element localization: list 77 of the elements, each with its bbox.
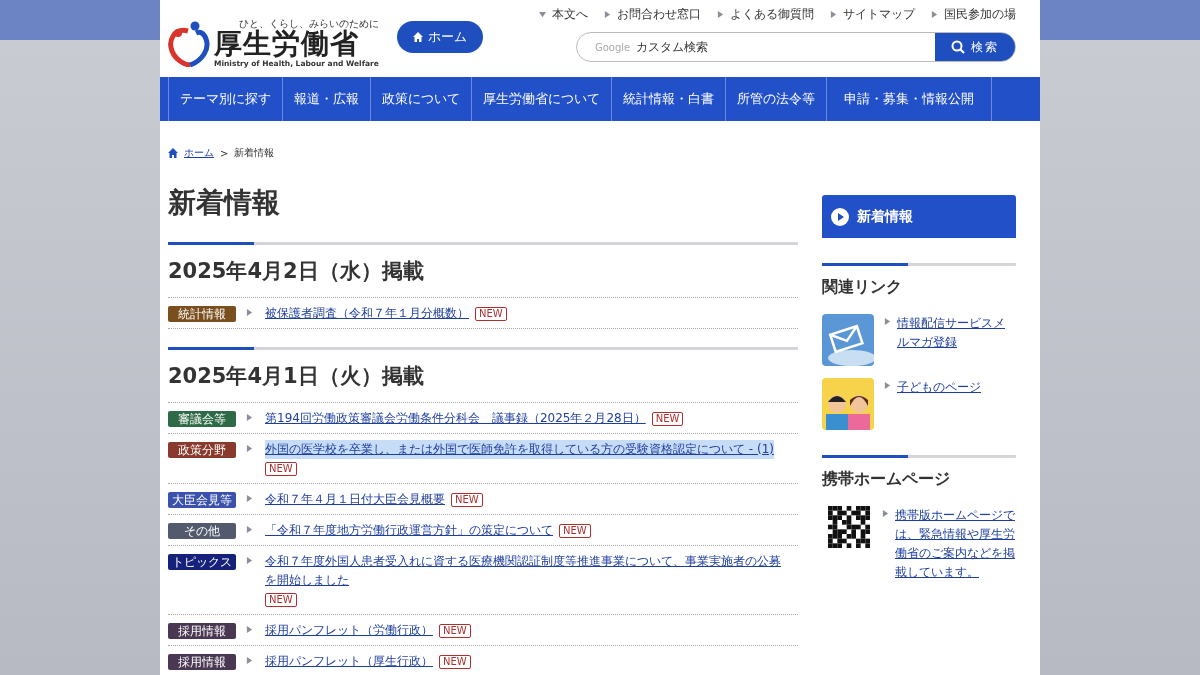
nav-item[interactable]: 所管の法令等 (725, 77, 826, 121)
category-tag: 大臣会見等 (168, 492, 236, 508)
logo-figure-icon (168, 20, 210, 67)
home-button[interactable]: ホーム (396, 21, 483, 53)
news-link[interactable]: 外国の医学校を卒業し、または外国で医師免許を取得している方の受験資格認定について - (1) (265, 440, 774, 459)
news-link[interactable]: 採用パンフレット（厚生行政） (265, 652, 433, 671)
category-tag: トピックス (168, 554, 236, 570)
category-tag: 採用情報 (168, 623, 236, 639)
triangle-right-icon (246, 309, 253, 316)
category-tag: 統計情報 (168, 306, 236, 322)
triangle-right-icon (884, 318, 891, 325)
triangle-right-icon (246, 445, 253, 452)
date-heading: 2025年4月1日（火）掲載 (168, 363, 425, 390)
triangle-right-icon (246, 557, 253, 564)
breadcrumb-separator-icon: > (220, 147, 229, 159)
nav-item[interactable]: 報道・広報 (282, 77, 370, 121)
category-tag: 審議会等 (168, 411, 236, 427)
triangle-right-icon (246, 526, 253, 533)
triangle-right-icon (830, 11, 837, 18)
utility-link[interactable]: 国民参加の場 (931, 6, 1016, 23)
logo-title[interactable]: 厚生労働省 (214, 29, 379, 59)
home-icon (412, 32, 423, 42)
new-badge: NEW (559, 524, 591, 538)
triangle-right-icon (246, 495, 253, 502)
nav-item[interactable]: 統計情報・白書 (611, 77, 725, 121)
new-badge: NEW (439, 624, 471, 638)
nav-item[interactable]: 申請・募集・情報公開 (826, 77, 992, 121)
utility-link[interactable]: よくある御質問 (717, 6, 814, 23)
sidebar-current-link[interactable]: 新着情報 (822, 195, 1016, 238)
new-badge: NEW (475, 307, 507, 321)
triangle-right-icon (246, 414, 253, 421)
new-badge: NEW (439, 655, 471, 669)
nav-item[interactable]: 厚生労働省について (471, 77, 611, 121)
new-badge: NEW (265, 593, 297, 607)
sidebar-link[interactable]: 子どものページ (897, 378, 981, 397)
triangle-right-icon (246, 626, 253, 633)
sidebar-link[interactable]: 携帯版ホームページでは、緊急情報や厚生労働省のご案内などを掲載しています。 (895, 506, 1016, 582)
category-tag: 政策分野 (168, 442, 236, 458)
children-illustration (822, 378, 874, 430)
category-tag: 採用情報 (168, 654, 236, 670)
search-button[interactable]: 検索 (935, 33, 1015, 61)
nav-item[interactable]: 政策について (370, 77, 471, 121)
date-heading: 2025年4月2日（水）掲載 (168, 258, 425, 285)
play-circle-icon (831, 207, 849, 226)
utility-link[interactable]: サイトマップ (830, 6, 915, 23)
new-badge: NEW (451, 493, 483, 507)
sidebar-heading: 関連リンク (822, 277, 903, 298)
triangle-down-icon (539, 11, 546, 18)
envelope-thumbnail (822, 314, 874, 366)
page-title: 新着情報 (168, 185, 281, 221)
news-link[interactable]: 令和７年度外国人患者受入れに資する医療機関認証制度等推進事業について、事業実施者の公募を開始しました (265, 552, 792, 590)
news-link[interactable]: 採用パンフレット（労働行政） (265, 621, 433, 640)
news-link[interactable]: 第194回労働政策審議会労働条件分科会 議事録（2025年２月28日） (265, 409, 646, 428)
category-tag: その他 (168, 523, 236, 539)
triangle-right-icon (884, 382, 891, 389)
news-link[interactable]: 被保護者調査（令和７年１月分概数） (265, 304, 469, 323)
home-icon (168, 148, 178, 158)
triangle-right-icon (717, 11, 724, 18)
qr-code-icon (828, 506, 870, 548)
nav-item[interactable]: テーマ別に探す (168, 77, 282, 121)
new-badge: NEW (651, 412, 684, 426)
utility-link[interactable]: 本文へ (539, 6, 588, 23)
breadcrumb-current: 新着情報 (234, 146, 275, 160)
triangle-right-icon (882, 510, 889, 517)
sidebar-heading: 携帯ホームページ (822, 469, 951, 490)
triangle-right-icon (931, 11, 938, 18)
breadcrumb-link[interactable]: ホーム (184, 146, 214, 160)
news-link[interactable]: 「令和７年度地方労働行政運営方針」の策定について (265, 521, 553, 540)
triangle-right-icon (246, 657, 253, 664)
search-icon (951, 40, 965, 54)
sidebar-link[interactable]: 情報配信サービスメルマガ登録 (897, 314, 1016, 352)
logo-tagline: ひと、くらし、みらいのために (237, 18, 379, 29)
new-badge: NEW (265, 462, 297, 476)
utility-link[interactable]: お問合わせ窓口 (604, 6, 701, 23)
news-link[interactable]: 令和７年４月１日付大臣会見概要 (265, 490, 445, 509)
search-brand: Google (595, 41, 631, 53)
triangle-right-icon (604, 11, 611, 18)
